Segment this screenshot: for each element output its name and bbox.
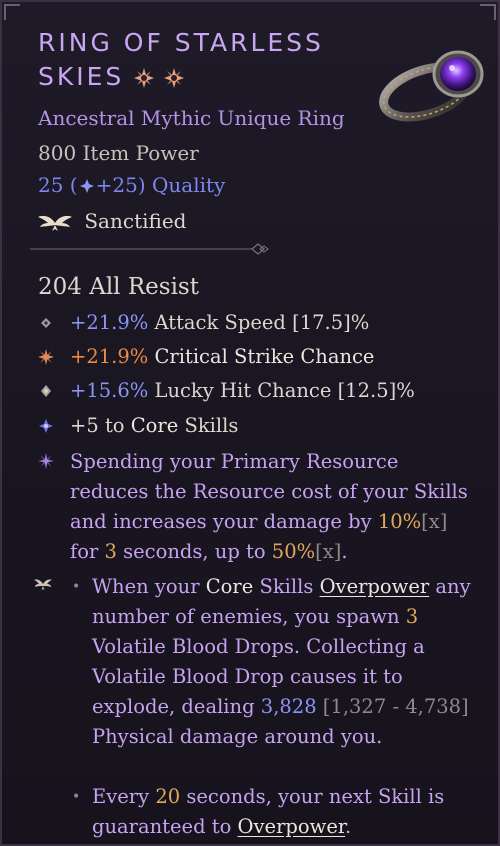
lucky-bullet-icon <box>41 385 51 397</box>
unique-power-text: Spending your Primary Resource reduces t… <box>38 447 478 567</box>
starburst-icon <box>164 68 185 88</box>
item-name-line2: Skies <box>38 62 125 91</box>
section-divider <box>30 243 269 255</box>
bullet-dot: • <box>72 579 81 595</box>
item-name-line1: Ring of Starless <box>38 28 324 57</box>
quality-gem-icon <box>79 179 94 193</box>
all-resist-stat: 204 All Resist <box>38 274 199 300</box>
sanctified-tag: Sanctified <box>38 208 186 234</box>
unique-power-icon <box>38 453 54 469</box>
item-tooltip: Ring of Starless Skies Ancestral Mythic … <box>0 0 500 846</box>
item-quality: 25 (+25) Quality <box>38 173 226 197</box>
affix-crit-chance: +21.9% Critical Strike Chance <box>38 342 478 372</box>
item-rarity: Ancestral Mythic Unique Ring <box>38 106 345 130</box>
frame-corner <box>4 4 20 20</box>
diamond-bullet-icon <box>41 318 51 328</box>
sanctified-wings-icon <box>38 215 72 231</box>
starburst-icon <box>134 68 155 88</box>
bullet-dot: • <box>72 789 81 805</box>
crit-bullet-icon <box>38 349 54 365</box>
sanctified-bullet-2: • Every 20 seconds, your next Skill is g… <box>72 782 487 842</box>
item-name: Ring of Starless Skies <box>38 26 358 94</box>
affix-core-skills: +5 to Core Skills <box>38 411 478 441</box>
affix-attack-speed: +21.9% Attack Speed [17.5]% <box>38 308 478 338</box>
ring-image <box>379 50 484 122</box>
affix-lucky-hit: +15.6% Lucky Hit Chance [12.5]% <box>38 376 478 406</box>
sanctified-wings-icon <box>34 579 52 590</box>
core-skill-bullet-icon <box>39 419 53 433</box>
item-power: 800 Item Power <box>38 141 199 165</box>
frame-corner <box>480 4 496 20</box>
sanctified-bullet-1: • When your Core Skills Overpower any nu… <box>72 572 487 752</box>
